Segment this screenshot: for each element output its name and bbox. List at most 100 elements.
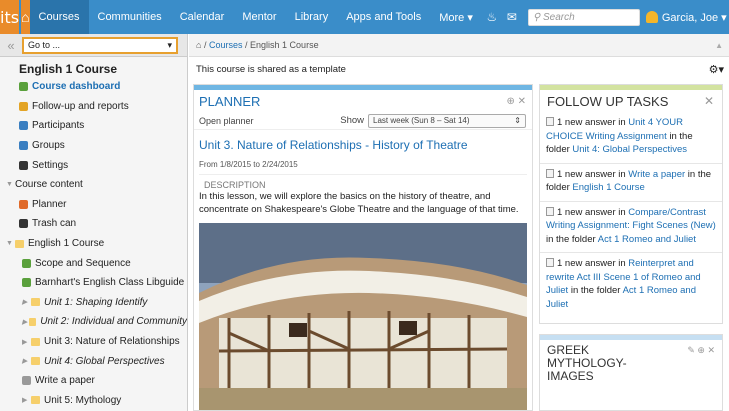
search-input[interactable]: ⚲ Search [527, 8, 640, 26]
notification-bell-icon[interactable]: ♨ [482, 10, 502, 24]
app-logo[interactable]: its [0, 0, 20, 34]
sidebar-item-label: Unit 1: Shaping Identify [44, 296, 148, 308]
trash-icon [19, 219, 28, 229]
sidebar-item-label: Unit 5: Mythology [44, 394, 122, 406]
goto-select[interactable]: Go to ... ▾ [22, 36, 178, 54]
close-icon[interactable]: ✕ [704, 94, 714, 108]
home-icon[interactable]: ⌂ [21, 0, 30, 34]
follow-up-item: 1 new answer in Unit 4 YOUR CHOICE Writi… [540, 112, 722, 157]
gear-icon [19, 160, 28, 170]
follow-folder-link[interactable]: English 1 Course [572, 182, 644, 193]
sidebar-item-course-content[interactable]: ▼ Course content [0, 175, 187, 195]
gear-icon[interactable]: ⚙▾ [709, 63, 724, 76]
document-icon [546, 258, 554, 267]
follow-text: in the folder [546, 233, 598, 245]
show-period-select[interactable]: Last week (Sun 8 – Sat 14) ⇕ [368, 113, 526, 128]
follow-list: 1 new answer in Unit 4 YOUR CHOICE Writi… [540, 112, 722, 311]
sidebar-item-english-1-course[interactable]: ▼ English 1 Course [0, 234, 187, 254]
breadcrumb: ⌂ / Courses / English 1 Course ▲ [189, 34, 729, 57]
sidebar-item-follow-up-and-reports[interactable]: Follow-up and reports [0, 97, 187, 117]
breadcrumb-current: English 1 Course [250, 40, 319, 50]
sidebar-item-unit-5-mythology[interactable]: ▶ Unit 5: Mythology [0, 391, 187, 411]
sidebar-item-participants[interactable]: Participants [0, 116, 187, 136]
nav-mentor[interactable]: Mentor [233, 0, 285, 34]
sidebar-item-unit-3-nature-of-relationships[interactable]: ▶ Unit 3: Nature of Relationships [0, 332, 187, 352]
show-label: Show [340, 115, 364, 126]
collapse-sidebar-icon[interactable]: « [0, 38, 22, 53]
planner-controls[interactable]: ⊕ ✕ [506, 96, 526, 107]
globe-theatre-illustration [199, 223, 527, 410]
nav-communities[interactable]: Communities [89, 0, 171, 34]
sidebar-item-label: Write a paper [35, 375, 95, 387]
sidebar-item-course-dashboard[interactable]: Course dashboard [0, 77, 187, 97]
sidebar-list: Course dashboard Follow-up and reports Par… [0, 77, 187, 411]
folder-icon [31, 357, 40, 366]
breadcrumb-courses[interactable]: Courses [209, 40, 243, 50]
nav-calendar[interactable]: Calendar [171, 0, 234, 34]
unit-title-link[interactable]: Unit 3. Nature of Relationships - Histor… [194, 130, 532, 157]
expand-toggle-icon[interactable]: ▶ [22, 338, 31, 346]
nav-apps-and-tools[interactable]: Apps and Tools [337, 0, 430, 34]
folder-icon [31, 396, 40, 405]
groups-icon [19, 141, 28, 151]
document-icon [546, 206, 554, 216]
open-planner-link[interactable]: Open planner [199, 116, 254, 126]
reports-icon [19, 101, 28, 111]
follow-text: 1 new answer in [557, 168, 629, 180]
document-icon [546, 117, 554, 126]
select-arrows-icon: ⇕ [514, 116, 521, 125]
avatar-icon [645, 11, 658, 23]
folder-icon [31, 337, 40, 346]
follow-folder-link[interactable]: Unit 4: Global Perspectives [572, 144, 687, 155]
sidebar-item-planner[interactable]: Planner [0, 195, 187, 215]
nav-more[interactable]: More ▾ [430, 0, 482, 34]
sidebar-item-label: Settings [32, 159, 69, 171]
folder-icon [29, 317, 37, 326]
sidebar-item-settings[interactable]: Settings [0, 155, 187, 175]
sidebar-item-label: Participants [32, 120, 85, 132]
expand-toggle-icon[interactable]: ▼ [6, 181, 15, 188]
panel-controls[interactable]: ✎ ⊕ ✕ [687, 344, 715, 383]
expand-toggle-icon[interactable]: ▶ [22, 357, 31, 365]
description-text: In this lesson, we will explore the basi… [199, 191, 519, 215]
greek-mythology-panel: GREEK MYTHOLOGY- IMAGES ✎ ⊕ ✕ [539, 334, 723, 411]
expand-toggle-icon[interactable]: ▶ [22, 298, 31, 306]
follow-folder-link[interactable]: Act 1 Romeo and Juliet [598, 234, 696, 245]
follow-up-item: 1 new answer in Reinterpret and rewrite … [540, 253, 722, 311]
goto-value: Go to ... [28, 40, 61, 50]
planner-panel: PLANNER ⊕ ✕ Open planner Show Last week (… [193, 84, 533, 411]
sidebar: « Go to ... ▾ English 1 Course Course das… [0, 34, 188, 411]
home-breadcrumb-icon[interactable]: ⌂ [196, 40, 204, 50]
sidebar-item-label: Course content [15, 179, 83, 191]
mail-icon[interactable]: ✉ [502, 10, 522, 24]
follow-item-link[interactable]: Write a paper [628, 169, 685, 180]
sidebar-item-trash-can[interactable]: Trash can [0, 214, 187, 234]
shared-notice: This course is shared as a template ⚙▾ [189, 57, 729, 81]
sidebar-item-scope-and-sequence[interactable]: Scope and Sequence [0, 253, 187, 273]
sidebar-item-label: Planner [32, 198, 67, 210]
sidebar-item-write-a-paper[interactable]: Write a paper [0, 371, 187, 391]
sidebar-item-unit-1-shaping-identify[interactable]: ▶ Unit 1: Shaping Identify [0, 293, 187, 313]
nav-library[interactable]: Library [286, 0, 338, 34]
search-placeholder: Search [542, 11, 575, 23]
search-icon: ⚲ [532, 11, 543, 23]
nav-courses[interactable]: Courses [29, 0, 89, 34]
sidebar-item-unit-4-global-perspectives[interactable]: ▶ Unit 4: Global Perspectives [0, 351, 187, 371]
expand-toggle-icon[interactable]: ▼ [6, 240, 15, 247]
chevron-down-icon: ▾ [167, 39, 172, 50]
sidebar-item-barnhart-s-english-class-libguide[interactable]: Barnhart's English Class Libguide [0, 273, 187, 293]
sidebar-item-label: Unit 4: Global Perspectives [44, 355, 165, 367]
scroll-up-icon[interactable]: ▲ [715, 41, 723, 50]
sidebar-item-label: Course dashboard [32, 81, 121, 93]
sidebar-item-unit-2-individual-and-community[interactable]: ▶ Unit 2: Individual and Community [0, 312, 187, 332]
user-name: Garcia, Joe ▾ [661, 11, 727, 24]
sidebar-item-groups[interactable]: Groups [0, 136, 187, 156]
planner-icon [19, 199, 28, 209]
follow-up-item: 1 new answer in Compare/Contrast Writing… [540, 202, 722, 247]
expand-toggle-icon[interactable]: ▶ [22, 396, 31, 404]
planner-title: PLANNER [199, 93, 261, 109]
sidebar-item-label: Unit 2: Individual and Community [40, 316, 187, 328]
user-menu[interactable]: Garcia, Joe ▾ [645, 11, 729, 24]
expand-toggle-icon[interactable]: ▶ [22, 318, 29, 326]
breadcrumb-sep: / [203, 40, 207, 50]
